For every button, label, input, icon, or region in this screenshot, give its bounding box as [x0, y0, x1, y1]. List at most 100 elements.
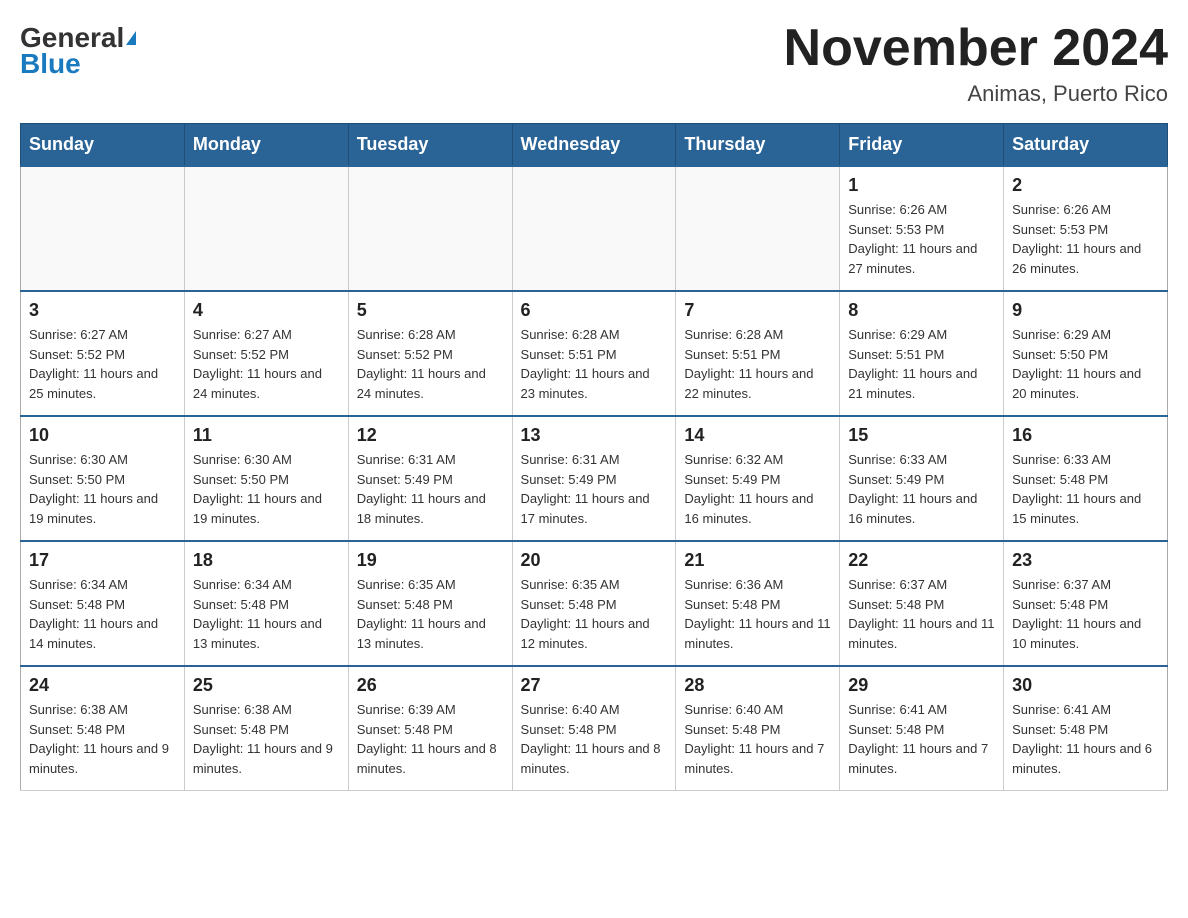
day-info: Sunrise: 6:39 AMSunset: 5:48 PMDaylight:… [357, 700, 504, 778]
calendar-day-cell: 17Sunrise: 6:34 AMSunset: 5:48 PMDayligh… [21, 541, 185, 666]
calendar-day-cell [348, 166, 512, 291]
calendar-day-cell: 7 Sunrise: 6:28 AMSunset: 5:51 PMDaylight… [676, 291, 840, 416]
calendar-table: SundayMondayTuesdayWednesdayThursdayFrid… [20, 123, 1168, 791]
calendar-day-cell: 10 Sunrise: 6:30 AMSunset: 5:50 PMDayligh… [21, 416, 185, 541]
calendar-day-cell: 2 Sunrise: 6:26 AMSunset: 5:53 PMDaylight… [1004, 166, 1168, 291]
weekday-header-thursday: Thursday [676, 124, 840, 167]
calendar-week-row: 3 Sunrise: 6:27 AMSunset: 5:52 PMDaylight… [21, 291, 1168, 416]
day-info: Sunrise: 6:36 AMSunset: 5:48 PMDaylight:… [684, 575, 831, 653]
calendar-day-cell: 14 Sunrise: 6:32 AMSunset: 5:49 PMDayligh… [676, 416, 840, 541]
day-info: Sunrise: 6:26 AMSunset: 5:53 PMDaylight:… [848, 200, 995, 278]
day-number: 2 [1012, 175, 1159, 196]
day-info: Sunrise: 6:33 AMSunset: 5:48 PMDaylight:… [1012, 450, 1159, 528]
calendar-day-cell: 29 Sunrise: 6:41 AMSunset: 5:48 PMDayligh… [840, 666, 1004, 791]
calendar-day-cell [184, 166, 348, 291]
calendar-day-cell: 18 Sunrise: 6:34 AMSunset: 5:48 PMDayligh… [184, 541, 348, 666]
calendar-week-row: 24Sunrise: 6:38 AMSunset: 5:48 PMDayligh… [21, 666, 1168, 791]
day-info: Sunrise: 6:33 AMSunset: 5:49 PMDaylight:… [848, 450, 995, 528]
day-info: Sunrise: 6:40 AMSunset: 5:48 PMDaylight:… [684, 700, 831, 778]
day-info: Sunrise: 6:29 AMSunset: 5:50 PMDaylight:… [1012, 325, 1159, 403]
calendar-day-cell: 13 Sunrise: 6:31 AMSunset: 5:49 PMDayligh… [512, 416, 676, 541]
day-info: Sunrise: 6:34 AMSunset: 5:48 PMDaylight:… [193, 575, 340, 653]
day-info: Sunrise: 6:38 AMSunset: 5:48 PMDaylight:… [193, 700, 340, 778]
day-info: Sunrise: 6:28 AMSunset: 5:52 PMDaylight:… [357, 325, 504, 403]
day-number: 25 [193, 675, 340, 696]
day-number: 28 [684, 675, 831, 696]
calendar-day-cell: 3 Sunrise: 6:27 AMSunset: 5:52 PMDaylight… [21, 291, 185, 416]
calendar-day-cell: 24Sunrise: 6:38 AMSunset: 5:48 PMDayligh… [21, 666, 185, 791]
calendar-week-row: 17Sunrise: 6:34 AMSunset: 5:48 PMDayligh… [21, 541, 1168, 666]
day-info: Sunrise: 6:32 AMSunset: 5:49 PMDaylight:… [684, 450, 831, 528]
day-number: 16 [1012, 425, 1159, 446]
day-info: Sunrise: 6:38 AMSunset: 5:48 PMDaylight:… [29, 700, 176, 778]
day-number: 1 [848, 175, 995, 196]
calendar-day-cell: 26 Sunrise: 6:39 AMSunset: 5:48 PMDayligh… [348, 666, 512, 791]
day-info: Sunrise: 6:27 AMSunset: 5:52 PMDaylight:… [29, 325, 176, 403]
weekday-header-friday: Friday [840, 124, 1004, 167]
day-number: 9 [1012, 300, 1159, 321]
day-number: 21 [684, 550, 831, 571]
day-number: 18 [193, 550, 340, 571]
calendar-day-cell: 5 Sunrise: 6:28 AMSunset: 5:52 PMDaylight… [348, 291, 512, 416]
day-number: 8 [848, 300, 995, 321]
day-number: 5 [357, 300, 504, 321]
day-number: 14 [684, 425, 831, 446]
logo-blue-text: Blue [20, 50, 81, 78]
calendar-day-cell: 15 Sunrise: 6:33 AMSunset: 5:49 PMDayligh… [840, 416, 1004, 541]
day-number: 26 [357, 675, 504, 696]
weekday-header-monday: Monday [184, 124, 348, 167]
day-number: 4 [193, 300, 340, 321]
day-info: Sunrise: 6:37 AMSunset: 5:48 PMDaylight:… [1012, 575, 1159, 653]
calendar-day-cell: 12Sunrise: 6:31 AMSunset: 5:49 PMDayligh… [348, 416, 512, 541]
logo-triangle-icon [126, 31, 136, 45]
day-number: 19 [357, 550, 504, 571]
calendar-day-cell: 4 Sunrise: 6:27 AMSunset: 5:52 PMDaylight… [184, 291, 348, 416]
day-info: Sunrise: 6:27 AMSunset: 5:52 PMDaylight:… [193, 325, 340, 403]
day-info: Sunrise: 6:28 AMSunset: 5:51 PMDaylight:… [521, 325, 668, 403]
calendar-day-cell [676, 166, 840, 291]
calendar-day-cell: 27 Sunrise: 6:40 AMSunset: 5:48 PMDayligh… [512, 666, 676, 791]
day-info: Sunrise: 6:41 AMSunset: 5:48 PMDaylight:… [848, 700, 995, 778]
page-header: General Blue November 2024 Animas, Puert… [20, 20, 1168, 107]
location-title: Animas, Puerto Rico [784, 81, 1168, 107]
calendar-day-cell: 30 Sunrise: 6:41 AMSunset: 5:48 PMDayligh… [1004, 666, 1168, 791]
calendar-day-cell: 16 Sunrise: 6:33 AMSunset: 5:48 PMDayligh… [1004, 416, 1168, 541]
day-number: 27 [521, 675, 668, 696]
day-number: 30 [1012, 675, 1159, 696]
calendar-day-cell: 22Sunrise: 6:37 AMSunset: 5:48 PMDayligh… [840, 541, 1004, 666]
calendar-day-cell [21, 166, 185, 291]
day-number: 29 [848, 675, 995, 696]
weekday-header-sunday: Sunday [21, 124, 185, 167]
day-number: 11 [193, 425, 340, 446]
day-number: 12 [357, 425, 504, 446]
day-info: Sunrise: 6:41 AMSunset: 5:48 PMDaylight:… [1012, 700, 1159, 778]
day-info: Sunrise: 6:30 AMSunset: 5:50 PMDaylight:… [29, 450, 176, 528]
day-info: Sunrise: 6:28 AMSunset: 5:51 PMDaylight:… [684, 325, 831, 403]
day-number: 10 [29, 425, 176, 446]
day-number: 13 [521, 425, 668, 446]
day-number: 23 [1012, 550, 1159, 571]
day-info: Sunrise: 6:35 AMSunset: 5:48 PMDaylight:… [357, 575, 504, 653]
calendar-day-cell: 11 Sunrise: 6:30 AMSunset: 5:50 PMDayligh… [184, 416, 348, 541]
day-number: 7 [684, 300, 831, 321]
weekday-header-wednesday: Wednesday [512, 124, 676, 167]
calendar-day-cell: 23 Sunrise: 6:37 AMSunset: 5:48 PMDayligh… [1004, 541, 1168, 666]
calendar-day-cell: 9 Sunrise: 6:29 AMSunset: 5:50 PMDaylight… [1004, 291, 1168, 416]
calendar-day-cell: 1 Sunrise: 6:26 AMSunset: 5:53 PMDaylight… [840, 166, 1004, 291]
month-title: November 2024 [784, 20, 1168, 77]
day-info: Sunrise: 6:26 AMSunset: 5:53 PMDaylight:… [1012, 200, 1159, 278]
weekday-header-tuesday: Tuesday [348, 124, 512, 167]
day-info: Sunrise: 6:31 AMSunset: 5:49 PMDaylight:… [521, 450, 668, 528]
calendar-day-cell: 28 Sunrise: 6:40 AMSunset: 5:48 PMDayligh… [676, 666, 840, 791]
day-info: Sunrise: 6:37 AMSunset: 5:48 PMDaylight:… [848, 575, 995, 653]
logo: General Blue [20, 20, 136, 78]
calendar-week-row: 10 Sunrise: 6:30 AMSunset: 5:50 PMDayligh… [21, 416, 1168, 541]
day-info: Sunrise: 6:30 AMSunset: 5:50 PMDaylight:… [193, 450, 340, 528]
day-info: Sunrise: 6:35 AMSunset: 5:48 PMDaylight:… [521, 575, 668, 653]
day-number: 15 [848, 425, 995, 446]
calendar-day-cell: 21 Sunrise: 6:36 AMSunset: 5:48 PMDayligh… [676, 541, 840, 666]
day-info: Sunrise: 6:40 AMSunset: 5:48 PMDaylight:… [521, 700, 668, 778]
calendar-week-row: 1 Sunrise: 6:26 AMSunset: 5:53 PMDaylight… [21, 166, 1168, 291]
day-number: 3 [29, 300, 176, 321]
calendar-day-cell: 20Sunrise: 6:35 AMSunset: 5:48 PMDayligh… [512, 541, 676, 666]
